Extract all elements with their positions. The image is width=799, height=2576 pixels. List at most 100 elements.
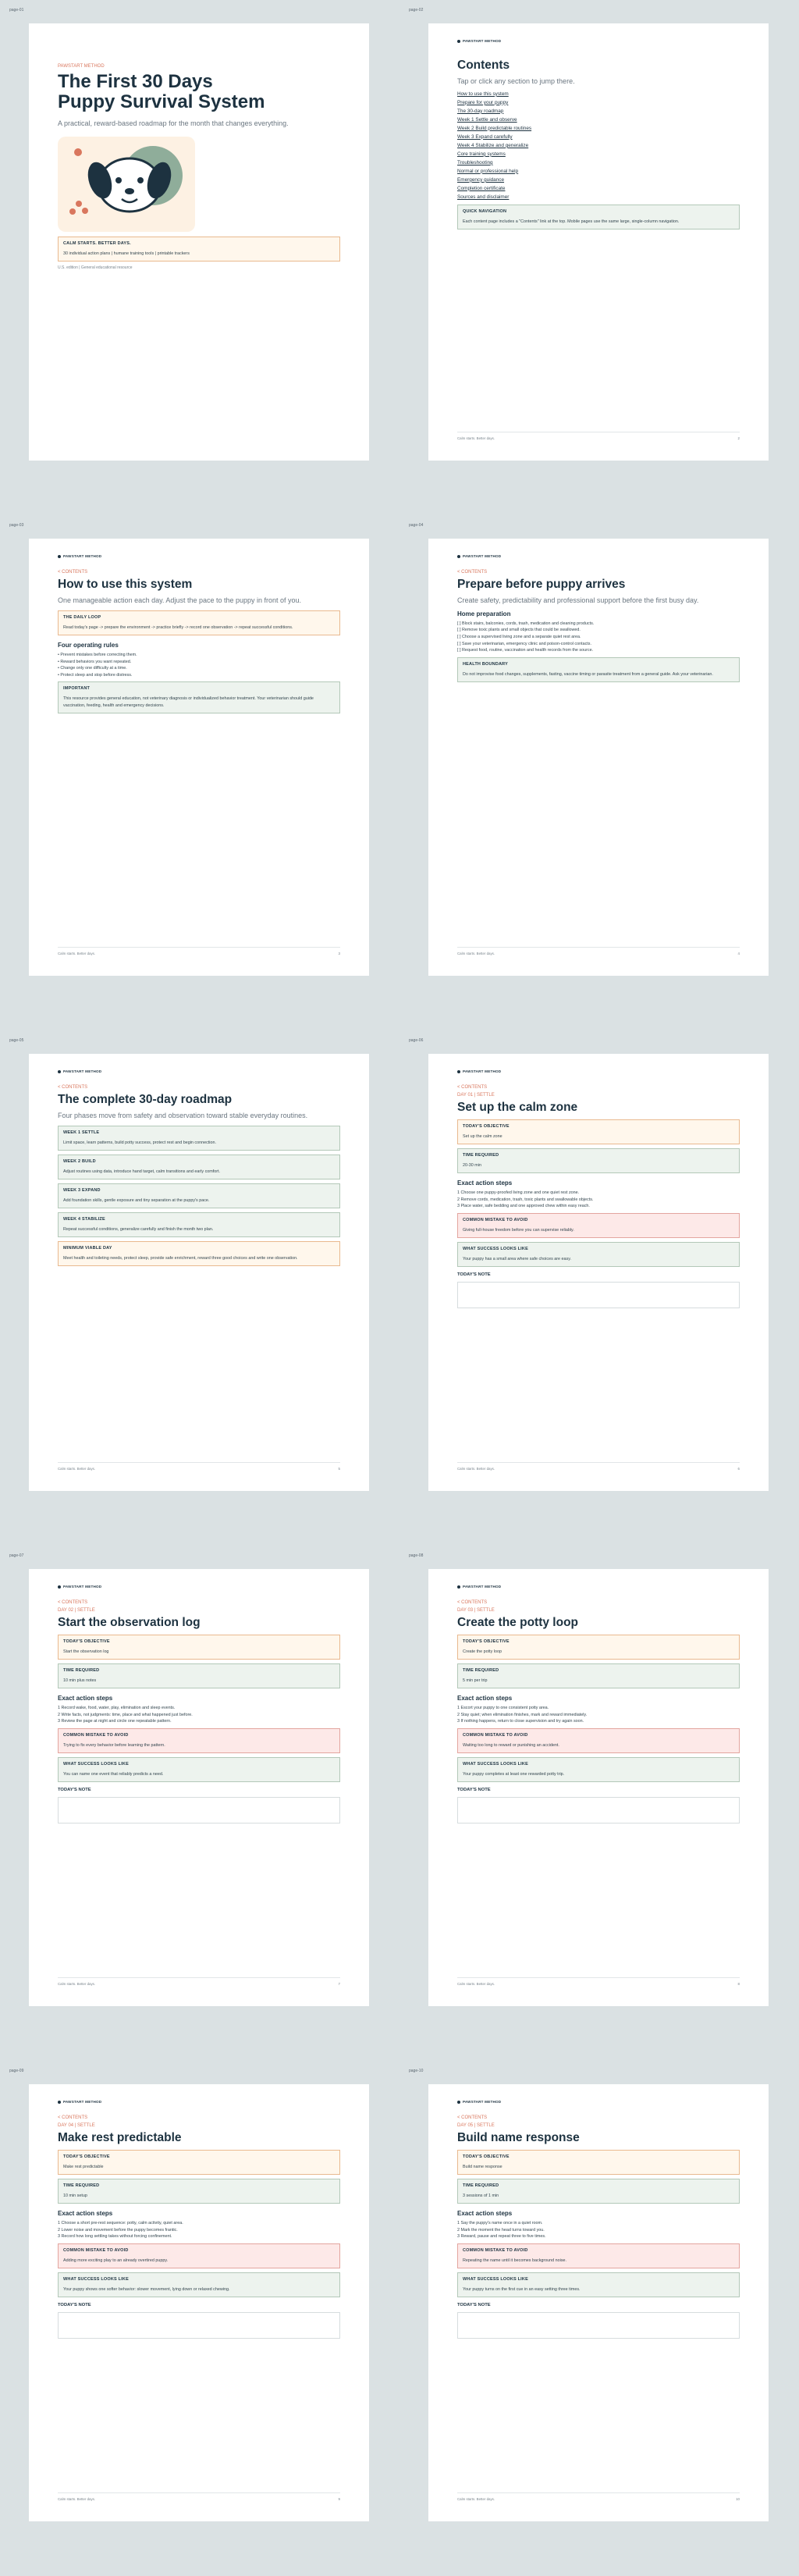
brand-dot-icon: [58, 555, 61, 558]
box-body: Do not improvise food changes, supplemen…: [463, 671, 734, 678]
note-field[interactable]: [58, 2312, 340, 2339]
box-title: HEALTH BOUNDARY: [463, 662, 734, 667]
day-page: PAWSTART METHOD < CONTENTS DAY 03 | SETT…: [428, 1569, 769, 2006]
objective-box: TODAY'S OBJECTIVEBuild name response: [457, 2150, 740, 2175]
daily-loop-box: THE DAILY LOOP Read today's page -> prep…: [58, 610, 340, 635]
page-number: 4: [738, 952, 740, 955]
note-label: TODAY'S NOTE: [58, 2303, 340, 2307]
toc-link[interactable]: How to use this system: [457, 91, 740, 97]
note-label: TODAY'S NOTE: [58, 1788, 340, 1792]
note-label: TODAY'S NOTE: [457, 1788, 740, 1792]
time-box: TIME REQUIRED10 min setup: [58, 2179, 340, 2204]
contents-link[interactable]: < CONTENTS: [58, 1600, 340, 1605]
contents-link[interactable]: < CONTENTS: [457, 1085, 740, 1090]
page-title: Set up the calm zone: [457, 1101, 740, 1115]
page-title: How to use this system: [58, 578, 340, 592]
toc-link[interactable]: The 30-day roadmap: [457, 109, 740, 114]
day-page: PAWSTART METHOD < CONTENTS DAY 04 | SETT…: [29, 2084, 369, 2521]
box-body: This resource provides general education…: [63, 696, 335, 708]
box-body: Read today's page -> prepare the environ…: [63, 624, 335, 631]
toc-link[interactable]: Week 2 Build predictable routines: [457, 126, 740, 131]
week-card: WEEK 4 STABILIZERepeat successful condit…: [58, 1212, 340, 1237]
page-label: page-07: [9, 1553, 23, 1558]
page-label: page-09: [9, 2069, 23, 2073]
brand: PAWSTART METHOD: [457, 2100, 501, 2104]
success-box: WHAT SUCCESS LOOKS LIKEYour puppy comple…: [457, 1757, 740, 1782]
checklist-item[interactable]: [ ] Remove toxic plants and small object…: [457, 627, 740, 634]
note-field[interactable]: [457, 1282, 740, 1308]
list-item: 2 Stay quiet; when elimination finishes,…: [457, 1712, 740, 1719]
toc-link[interactable]: Emergency guidance: [457, 177, 740, 183]
steps-list: 1 Choose a short pre-rest sequence: pott…: [58, 2220, 340, 2240]
list-item: 1 Choose a short pre-rest sequence: pott…: [58, 2220, 340, 2227]
brand: PAWSTART METHOD: [58, 1069, 101, 1073]
objective-box: TODAY'S OBJECTIVEStart the observation l…: [58, 1635, 340, 1660]
time-box: TIME REQUIRED3 sessions of 1 min: [457, 2179, 740, 2204]
objective-box: TODAY'S OBJECTIVESet up the calm zone: [457, 1119, 740, 1144]
brand: PAWSTART METHOD: [58, 554, 101, 558]
footer: Calm starts. Better days.2: [457, 432, 740, 440]
day-label: DAY 03 | SETTLE: [457, 1608, 740, 1613]
note-field[interactable]: [457, 2312, 740, 2339]
day-label: DAY 02 | SETTLE: [58, 1608, 340, 1613]
list-item: • Change only one difficulty at a time.: [58, 665, 340, 672]
howto-page: PAWSTART METHOD < CONTENTS How to use th…: [29, 539, 369, 976]
cover-subtitle: A practical, reward-based roadmap for th…: [58, 119, 340, 127]
box-body: Each content page includes a "Contents" …: [463, 219, 734, 225]
page-title: Make rest predictable: [58, 2131, 340, 2145]
box-title: IMPORTANT: [63, 686, 335, 691]
rules-list: • Prevent mistakes before correcting the…: [58, 652, 340, 679]
checklist: [ ] Block stairs, balconies, cords, tras…: [457, 621, 740, 654]
contents-link[interactable]: < CONTENTS: [58, 2115, 340, 2120]
steps-list: 1 Escort your puppy to one consistent po…: [457, 1705, 740, 1725]
objective-box: TODAY'S OBJECTIVECreate the potty loop: [457, 1635, 740, 1660]
checklist-item[interactable]: [ ] Save your veterinarian, emergency cl…: [457, 641, 740, 648]
toc-link[interactable]: Troubleshooting: [457, 160, 740, 165]
list-item: 3 Review the page at night and circle on…: [58, 1718, 340, 1725]
footer: Calm starts. Better days.8: [457, 1977, 740, 1986]
contents-link[interactable]: < CONTENTS: [58, 570, 340, 575]
page-title: Create the potty loop: [457, 1616, 740, 1630]
page-number: 5: [339, 1467, 340, 1471]
note-field[interactable]: [58, 1797, 340, 1823]
toc-link[interactable]: Prepare for your puppy: [457, 100, 740, 105]
brand: PAWSTART METHOD: [58, 1585, 101, 1589]
contents-link[interactable]: < CONTENTS: [457, 2115, 740, 2120]
page-title: Start the observation log: [58, 1616, 340, 1630]
steps-heading: Exact action steps: [457, 1179, 740, 1187]
toc-link[interactable]: Core training systems: [457, 151, 740, 157]
checklist-item[interactable]: [ ] Choose a supervised living zone and …: [457, 634, 740, 641]
mistake-box: COMMON MISTAKE TO AVOIDRepeating the nam…: [457, 2243, 740, 2268]
brand-dot-icon: [58, 1585, 61, 1589]
contents-link[interactable]: < CONTENTS: [457, 570, 740, 575]
page-label: page-04: [409, 523, 423, 528]
steps-heading: Exact action steps: [58, 1695, 340, 1702]
note-field[interactable]: [457, 1797, 740, 1823]
contents-link[interactable]: < CONTENTS: [457, 1600, 740, 1605]
mistake-box: COMMON MISTAKE TO AVOIDTrying to fix eve…: [58, 1728, 340, 1753]
toc-link[interactable]: Sources and disclaimer: [457, 194, 740, 200]
note-label: TODAY'S NOTE: [457, 1272, 740, 1277]
cover-callout: CALM STARTS. BETTER DAYS. 30 individual …: [58, 237, 340, 262]
page-title: The complete 30-day roadmap: [58, 1093, 340, 1107]
page-number: 8: [738, 1982, 740, 1986]
quick-nav-box: QUICK NAVIGATION Each content page inclu…: [457, 205, 740, 229]
toc-link[interactable]: Week 3 Expand carefully: [457, 134, 740, 140]
checklist-item[interactable]: [ ] Block stairs, balconies, cords, tras…: [457, 621, 740, 628]
steps-list: 1 Say the puppy's name once in a quiet r…: [457, 2220, 740, 2240]
cover-eyebrow: PAWSTART METHOD: [58, 64, 340, 69]
contents-link[interactable]: < CONTENTS: [58, 1085, 340, 1090]
toc-link[interactable]: Week 1 Settle and observe: [457, 117, 740, 123]
brand: PAWSTART METHOD: [58, 2100, 101, 2104]
page-subtitle: Tap or click any section to jump there.: [457, 77, 740, 85]
toc-link[interactable]: Completion certificate: [457, 186, 740, 191]
footer: Calm starts. Better days.5: [58, 1462, 340, 1471]
page-label: page-10: [409, 2069, 423, 2073]
toc-link[interactable]: Week 4 Stabilize and generalize: [457, 143, 740, 148]
day-label: DAY 04 | SETTLE: [58, 2123, 340, 2128]
list-item: 1 Say the puppy's name once in a quiet r…: [457, 2220, 740, 2227]
time-box: TIME REQUIRED5 min per trip: [457, 1663, 740, 1688]
checklist-item[interactable]: [ ] Request food, routine, vaccination a…: [457, 647, 740, 654]
page-title: Build name response: [457, 2131, 740, 2145]
toc-link[interactable]: Normal or professional help: [457, 169, 740, 174]
